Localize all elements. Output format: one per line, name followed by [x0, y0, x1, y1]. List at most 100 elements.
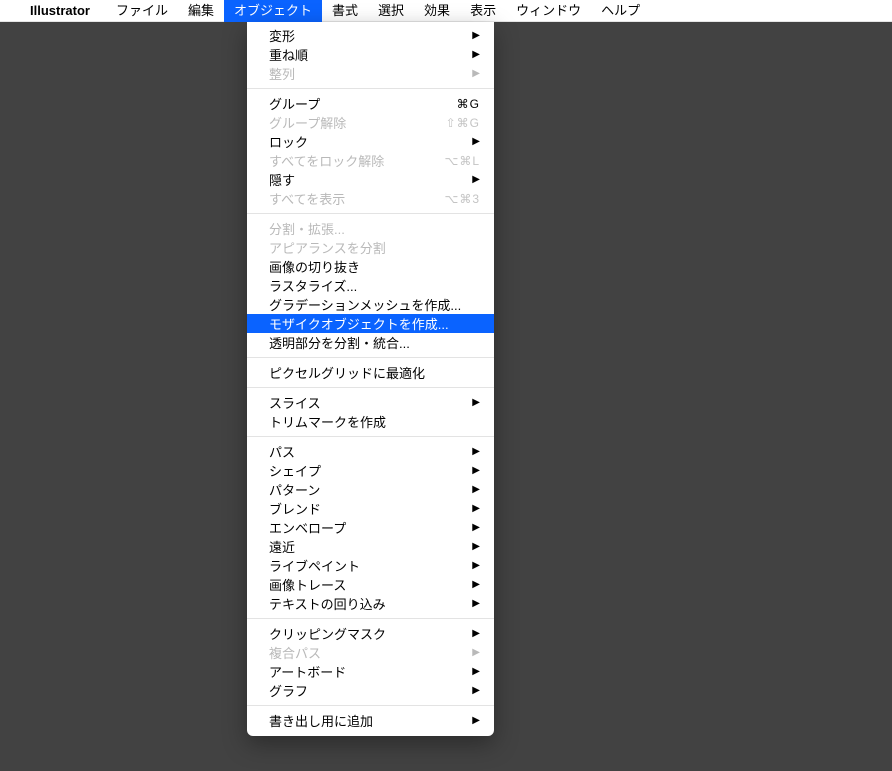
menu-item-label: グラデーションメッシュを作成...	[269, 295, 480, 314]
menu-item[interactable]: ロック▶	[247, 132, 494, 151]
menu-item-shortcut: ⇧⌘G	[446, 116, 480, 130]
menu-separator	[247, 357, 494, 358]
menu-separator	[247, 387, 494, 388]
submenu-arrow-icon: ▶	[472, 715, 480, 726]
menu-help[interactable]: ヘルプ	[591, 0, 650, 22]
menu-item-label: エンベロープ	[269, 518, 472, 537]
menu-item[interactable]: ピクセルグリッドに最適化	[247, 363, 494, 382]
submenu-arrow-icon: ▶	[472, 136, 480, 147]
menu-item-label: ラスタライズ...	[269, 276, 480, 295]
menu-item[interactable]: パターン▶	[247, 480, 494, 499]
menu-item[interactable]: モザイクオブジェクトを作成...	[247, 314, 494, 333]
menu-item[interactable]: トリムマークを作成	[247, 412, 494, 431]
menu-item-label: スライス	[269, 393, 472, 412]
menu-item[interactable]: 画像の切り抜き	[247, 257, 494, 276]
menu-item-label: 分割・拡張...	[269, 219, 480, 238]
menu-item-label: パス	[269, 442, 472, 461]
menu-item[interactable]: シェイプ▶	[247, 461, 494, 480]
menu-item[interactable]: 透明部分を分割・統合...	[247, 333, 494, 352]
menu-item-label: グラフ	[269, 681, 472, 700]
submenu-arrow-icon: ▶	[472, 579, 480, 590]
menu-item-label: 重ね順	[269, 45, 472, 64]
submenu-arrow-icon: ▶	[472, 666, 480, 677]
menu-item[interactable]: 遠近▶	[247, 537, 494, 556]
menu-edit[interactable]: 編集	[178, 0, 224, 22]
menu-item[interactable]: 変形▶	[247, 26, 494, 45]
menu-item[interactable]: 隠す▶	[247, 170, 494, 189]
menu-item-label: 書き出し用に追加	[269, 711, 472, 730]
submenu-arrow-icon: ▶	[472, 541, 480, 552]
object-menu-dropdown: 変形▶重ね順▶整列▶グループ⌘Gグループ解除⇧⌘Gロック▶すべてをロック解除⌥⌘…	[247, 22, 494, 736]
menu-item-label: 遠近	[269, 537, 472, 556]
menu-item-label: パターン	[269, 480, 472, 499]
menu-item[interactable]: 書き出し用に追加▶	[247, 711, 494, 730]
menu-item-label: 画像トレース	[269, 575, 472, 594]
menu-item-label: ロック	[269, 132, 472, 151]
menu-item[interactable]: パス▶	[247, 442, 494, 461]
submenu-arrow-icon: ▶	[472, 397, 480, 408]
menu-type[interactable]: 書式	[322, 0, 368, 22]
menu-item-label: アートボード	[269, 662, 472, 681]
menu-item: すべてを表示⌥⌘3	[247, 189, 494, 208]
menu-item[interactable]: 画像トレース▶	[247, 575, 494, 594]
menu-item[interactable]: テキストの回り込み▶	[247, 594, 494, 613]
menu-separator	[247, 88, 494, 89]
menu-item[interactable]: 重ね順▶	[247, 45, 494, 64]
submenu-arrow-icon: ▶	[472, 503, 480, 514]
menu-item[interactable]: スライス▶	[247, 393, 494, 412]
submenu-arrow-icon: ▶	[472, 484, 480, 495]
menu-item-label: 複合パス	[269, 643, 472, 662]
submenu-arrow-icon: ▶	[472, 30, 480, 41]
submenu-arrow-icon: ▶	[472, 685, 480, 696]
menu-object[interactable]: オブジェクト	[224, 0, 322, 22]
menu-item[interactable]: ライブペイント▶	[247, 556, 494, 575]
submenu-arrow-icon: ▶	[472, 647, 480, 658]
submenu-arrow-icon: ▶	[472, 522, 480, 533]
menu-item: すべてをロック解除⌥⌘L	[247, 151, 494, 170]
menu-item[interactable]: エンベロープ▶	[247, 518, 494, 537]
menu-file[interactable]: ファイル	[106, 0, 178, 22]
menu-effect[interactable]: 効果	[414, 0, 460, 22]
menu-item-label: シェイプ	[269, 461, 472, 480]
submenu-arrow-icon: ▶	[472, 598, 480, 609]
submenu-arrow-icon: ▶	[472, 68, 480, 79]
menu-item: 分割・拡張...	[247, 219, 494, 238]
menu-item-label: クリッピングマスク	[269, 624, 472, 643]
submenu-arrow-icon: ▶	[472, 49, 480, 60]
menu-separator	[247, 213, 494, 214]
menu-item: アピアランスを分割	[247, 238, 494, 257]
menu-item[interactable]: グラフ▶	[247, 681, 494, 700]
menu-item-label: モザイクオブジェクトを作成...	[269, 314, 480, 333]
menu-item-label: ブレンド	[269, 499, 472, 518]
menu-item-shortcut: ⌥⌘3	[444, 192, 480, 206]
menu-item-label: アピアランスを分割	[269, 238, 480, 257]
menu-view[interactable]: 表示	[460, 0, 506, 22]
menu-item[interactable]: グラデーションメッシュを作成...	[247, 295, 494, 314]
menu-item-label: トリムマークを作成	[269, 412, 480, 431]
menu-item[interactable]: クリッピングマスク▶	[247, 624, 494, 643]
menu-item-label: すべてをロック解除	[269, 151, 444, 170]
menu-item[interactable]: アートボード▶	[247, 662, 494, 681]
menu-item-label: テキストの回り込み	[269, 594, 472, 613]
menu-item[interactable]: グループ⌘G	[247, 94, 494, 113]
menu-item-label: ピクセルグリッドに最適化	[269, 363, 480, 382]
submenu-arrow-icon: ▶	[472, 174, 480, 185]
menu-item: 複合パス▶	[247, 643, 494, 662]
menu-separator	[247, 436, 494, 437]
menu-item[interactable]: ラスタライズ...	[247, 276, 494, 295]
menu-item: グループ解除⇧⌘G	[247, 113, 494, 132]
menu-item-shortcut: ⌥⌘L	[444, 154, 480, 168]
app-name[interactable]: Illustrator	[30, 3, 90, 18]
submenu-arrow-icon: ▶	[472, 446, 480, 457]
submenu-arrow-icon: ▶	[472, 628, 480, 639]
menu-item-label: グループ	[269, 94, 457, 113]
menu-separator	[247, 705, 494, 706]
menu-item-label: 透明部分を分割・統合...	[269, 333, 480, 352]
submenu-arrow-icon: ▶	[472, 465, 480, 476]
menubar: Illustrator ファイル 編集 オブジェクト 書式 選択 効果 表示 ウ…	[0, 0, 892, 22]
menu-window[interactable]: ウィンドウ	[506, 0, 591, 22]
menu-separator	[247, 618, 494, 619]
menu-item-label: すべてを表示	[269, 189, 444, 208]
menu-item[interactable]: ブレンド▶	[247, 499, 494, 518]
menu-select[interactable]: 選択	[368, 0, 414, 22]
